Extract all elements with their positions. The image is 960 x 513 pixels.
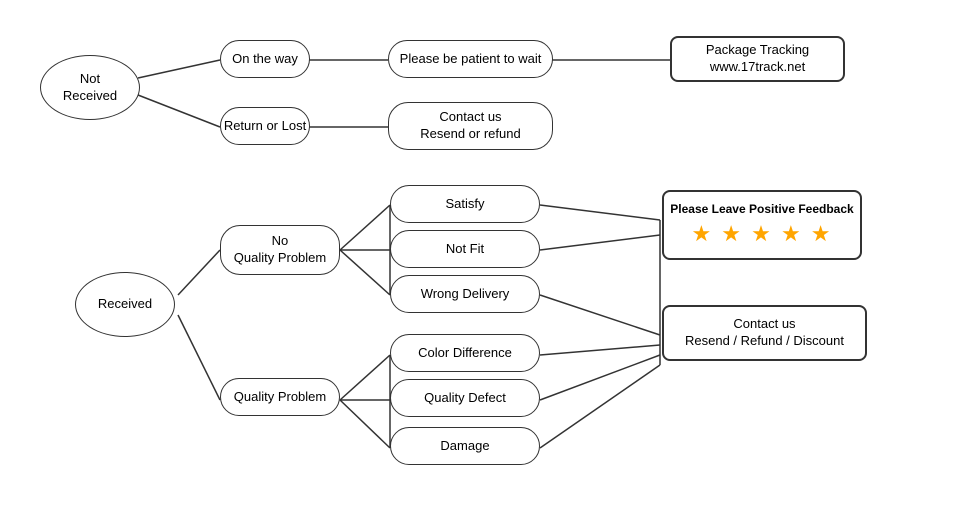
on-the-way-label: On the way: [232, 51, 298, 68]
package-tracking-label: Package Tracking www.17track.net: [706, 42, 809, 76]
quality-problem-label: Quality Problem: [234, 389, 326, 406]
damage-node: Damage: [390, 427, 540, 465]
contact-resend-node: Contact us Resend or refund: [388, 102, 553, 150]
not-received-label: Not Received: [63, 71, 117, 105]
quality-problem-node: Quality Problem: [220, 378, 340, 416]
not-fit-label: Not Fit: [446, 241, 484, 258]
no-quality-label: No Quality Problem: [234, 233, 326, 267]
contact-resend-label: Contact us Resend or refund: [420, 109, 520, 143]
diagram: Not Received On the way Please be patien…: [0, 0, 960, 513]
not-fit-node: Not Fit: [390, 230, 540, 268]
feedback-label: Please Leave Positive Feedback: [670, 202, 853, 218]
quality-defect-label: Quality Defect: [424, 390, 506, 407]
return-lost-label: Return or Lost: [224, 118, 306, 135]
received-label: Received: [98, 296, 152, 313]
stars-display: ★ ★ ★ ★ ★: [691, 220, 832, 249]
package-tracking-node: Package Tracking www.17track.net: [670, 36, 845, 82]
quality-defect-node: Quality Defect: [390, 379, 540, 417]
not-received-node: Not Received: [40, 55, 140, 120]
satisfy-node: Satisfy: [390, 185, 540, 223]
satisfy-label: Satisfy: [445, 196, 484, 213]
damage-label: Damage: [440, 438, 489, 455]
wrong-delivery-label: Wrong Delivery: [421, 286, 510, 303]
no-quality-node: No Quality Problem: [220, 225, 340, 275]
contact-refund-node: Contact us Resend / Refund / Discount: [662, 305, 867, 361]
feedback-node: Please Leave Positive Feedback ★ ★ ★ ★ ★: [662, 190, 862, 260]
color-diff-label: Color Difference: [418, 345, 512, 362]
patient-node: Please be patient to wait: [388, 40, 553, 78]
received-node: Received: [75, 272, 175, 337]
color-diff-node: Color Difference: [390, 334, 540, 372]
contact-refund-label: Contact us Resend / Refund / Discount: [685, 316, 844, 350]
on-the-way-node: On the way: [220, 40, 310, 78]
return-lost-node: Return or Lost: [220, 107, 310, 145]
wrong-delivery-node: Wrong Delivery: [390, 275, 540, 313]
patient-label: Please be patient to wait: [400, 51, 542, 68]
